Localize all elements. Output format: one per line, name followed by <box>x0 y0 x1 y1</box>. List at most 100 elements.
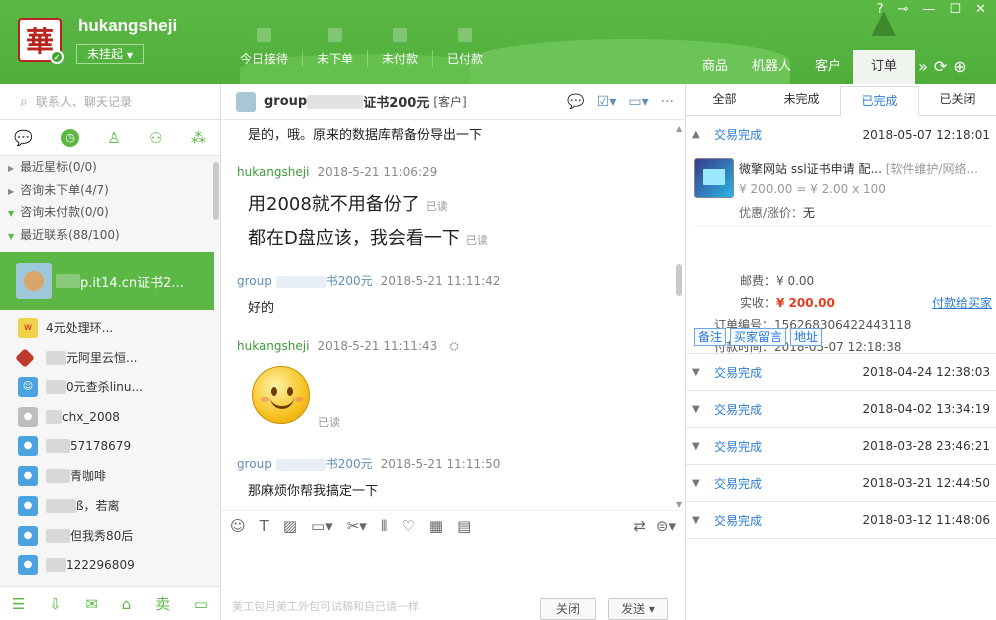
shake-icon[interactable]: ⦀ <box>381 517 388 535</box>
note-button[interactable]: 备注 <box>694 328 727 346</box>
message-header: hukangsheji 2018-5-21 11:06:29 <box>237 165 438 179</box>
category-not-ordered[interactable]: ▶ 咨询未下单(4/7) <box>0 179 220 202</box>
font-icon[interactable]: T <box>260 517 269 535</box>
heart-icon[interactable]: ♡ <box>401 517 414 535</box>
product-thumbnail[interactable] <box>694 158 734 198</box>
org-tree-icon[interactable]: ⁂ <box>191 129 206 147</box>
tab-orders[interactable]: 订单 <box>853 50 916 84</box>
shipping-fee: 邮费：¥ 0.00 <box>740 274 815 288</box>
chevron-down-icon: ▼ <box>126 51 133 60</box>
nav-unpaid[interactable]: 未付款 <box>368 28 434 67</box>
order-row[interactable]: ▼ 交易完成 2018-03-12 11:48:06 <box>686 502 996 539</box>
chat-bubble-icon[interactable]: 💬 <box>14 129 33 147</box>
group-icon[interactable]: ⚇ <box>149 129 162 147</box>
add-icon[interactable]: ⊕ <box>950 50 969 84</box>
top-bar: ▲ 華 ✓ hukangsheji 未挂起 ▼ 今日接待 未下单 未付款 已付款… <box>0 0 996 84</box>
history-icon[interactable]: ⊜▾ <box>656 517 676 535</box>
contact-item[interactable]: ● 青咖啡 <box>0 461 214 491</box>
scroll-up-icon[interactable]: ▲ <box>676 124 682 133</box>
send-button[interactable]: 发送 ▾ <box>608 598 668 620</box>
tab-robot[interactable]: 机器人 <box>740 50 803 84</box>
tab-closed[interactable]: 已关闭 <box>919 84 996 115</box>
chevron-down-icon[interactable]: ▼ <box>692 478 714 489</box>
category-recent[interactable]: ▼ 最近联系(88/100) <box>0 224 220 247</box>
import-icon[interactable]: ⇩ <box>49 595 62 613</box>
order-row[interactable]: ▼ 交易完成 2018-04-24 12:38:03 <box>686 354 996 391</box>
status-dropdown[interactable]: 未挂起 ▼ <box>76 44 144 64</box>
product-title[interactable]: 微擎网站 ssl证书申请 配... [软件维护/网络... <box>739 160 989 177</box>
close-button[interactable]: 关闭 <box>540 598 596 620</box>
window-icon[interactable]: ▭ <box>194 595 208 613</box>
chevron-down-icon[interactable]: ▼ <box>692 404 714 415</box>
right-tabs: 商品 机器人 客户 订单 » ⟳ ⊕ <box>690 50 970 84</box>
expand-arrow-icon: ▶ <box>8 186 15 196</box>
contact-person-icon[interactable]: ♙ <box>107 129 120 147</box>
avatar: w <box>18 317 38 338</box>
user-avatar[interactable]: 華 ✓ <box>18 18 64 64</box>
image-icon[interactable]: ▨ <box>283 517 297 535</box>
more-icon[interactable]: ··· <box>661 94 674 110</box>
sidebar-scrollbar[interactable] <box>213 162 219 220</box>
contact-item[interactable]: w 4元处理环... <box>0 313 214 343</box>
chat-scrollbar[interactable] <box>676 264 682 296</box>
scroll-down-icon[interactable]: ▼ <box>676 500 682 509</box>
video-call-icon[interactable]: ▭▾ <box>628 94 648 110</box>
coupon-icon[interactable]: ▤ <box>457 517 471 535</box>
contact-item[interactable]: ● 57178679 <box>0 431 214 461</box>
chevron-down-icon[interactable]: ▼ <box>692 515 714 526</box>
search-input[interactable]: 联系人、聊天记录 <box>36 93 132 110</box>
pin-icon[interactable]: ⊸ <box>898 2 909 17</box>
contact-item[interactable]: ☺ 0元查杀linu... <box>0 372 214 402</box>
order-row[interactable]: ▼ 交易完成 2018-04-02 13:34:19 <box>686 391 996 428</box>
contact-item[interactable]: 元阿里云恒... <box>0 343 214 373</box>
message-text: 好的 <box>248 301 275 316</box>
menu-icon[interactable]: ☰ <box>12 595 25 613</box>
order-header[interactable]: ▲ 交易完成 2018-05-07 12:18:01 <box>686 116 996 153</box>
avatar <box>236 91 256 112</box>
maximize-icon[interactable]: ☐ <box>949 2 961 17</box>
chat-bubble-icon[interactable]: 💬 <box>567 94 584 110</box>
nav-today[interactable]: 今日接待 <box>226 28 304 67</box>
message-text: 用2008就不用备份了 已读 <box>248 194 448 215</box>
contact-selected[interactable]: p.it14.cn证书2... <box>0 252 214 310</box>
chevron-down-icon[interactable]: ▼ <box>692 441 714 452</box>
screen-share-icon[interactable]: ☑▾ <box>597 94 617 110</box>
contact-item[interactable]: ● 122296809 <box>0 550 214 580</box>
category-starred[interactable]: ▶ 最近星标(0/0) <box>0 156 220 179</box>
buyer-message-button[interactable]: 买家留言 <box>730 328 787 346</box>
contact-item[interactable]: ● ß，若离 <box>0 491 214 521</box>
contact-item[interactable]: ● chx_2008 <box>0 402 214 432</box>
tab-incomplete[interactable]: 未完成 <box>763 84 840 115</box>
tab-completed[interactable]: 已完成 <box>840 86 919 116</box>
nav-paid[interactable]: 已付款 <box>433 28 497 67</box>
minimize-icon[interactable]: — <box>922 2 935 17</box>
chevron-down-icon[interactable]: ▼ <box>692 367 714 378</box>
close-icon[interactable]: ✕ <box>975 2 986 17</box>
order-row[interactable]: ▼ 交易完成 2018-03-28 23:46:21 <box>686 428 996 465</box>
sell-icon[interactable]: 卖 <box>155 593 170 614</box>
scissors-icon[interactable]: ✂▾ <box>347 517 367 535</box>
mail-icon[interactable]: ✉ <box>85 595 98 613</box>
contact-item[interactable]: ● 但我秀80后 <box>0 521 214 551</box>
order-row[interactable]: ▼ 交易完成 2018-03-21 12:44:50 <box>686 465 996 502</box>
nav-not-ordered[interactable]: 未下单 <box>303 28 369 67</box>
calculator-icon[interactable]: ▦ <box>429 517 443 535</box>
message-input[interactable]: 美工包月美工外包可试稿和自己请一样 关闭 发送 ▾ <box>222 540 684 620</box>
read-receipt: 已读 <box>425 200 448 213</box>
refresh-icon[interactable]: ⟳ <box>931 50 950 84</box>
recent-clock-icon[interactable]: ◷ <box>61 128 80 147</box>
tab-goods[interactable]: 商品 <box>690 50 740 84</box>
emoji-icon[interactable]: ☺ <box>230 517 246 535</box>
help-icon[interactable]: ? <box>877 2 884 17</box>
category-unpaid[interactable]: ▼ 咨询未付款(0/0) <box>0 201 220 224</box>
more-icon[interactable]: » <box>915 50 931 84</box>
folder-icon[interactable]: ▭▾ <box>311 517 333 535</box>
address-button[interactable]: 地址 <box>790 328 823 346</box>
shop-icon[interactable]: ⌂ <box>122 595 132 613</box>
tab-customer[interactable]: 客户 <box>803 50 853 84</box>
transfer-icon[interactable]: ⇄ <box>633 517 646 535</box>
tab-all[interactable]: 全部 <box>686 84 763 115</box>
chevron-up-icon[interactable]: ▲ <box>692 129 714 140</box>
pay-buyer-link[interactable]: 付款给买家 <box>932 294 992 311</box>
search-box[interactable]: ⌕ 联系人、聊天记录 <box>0 84 220 120</box>
